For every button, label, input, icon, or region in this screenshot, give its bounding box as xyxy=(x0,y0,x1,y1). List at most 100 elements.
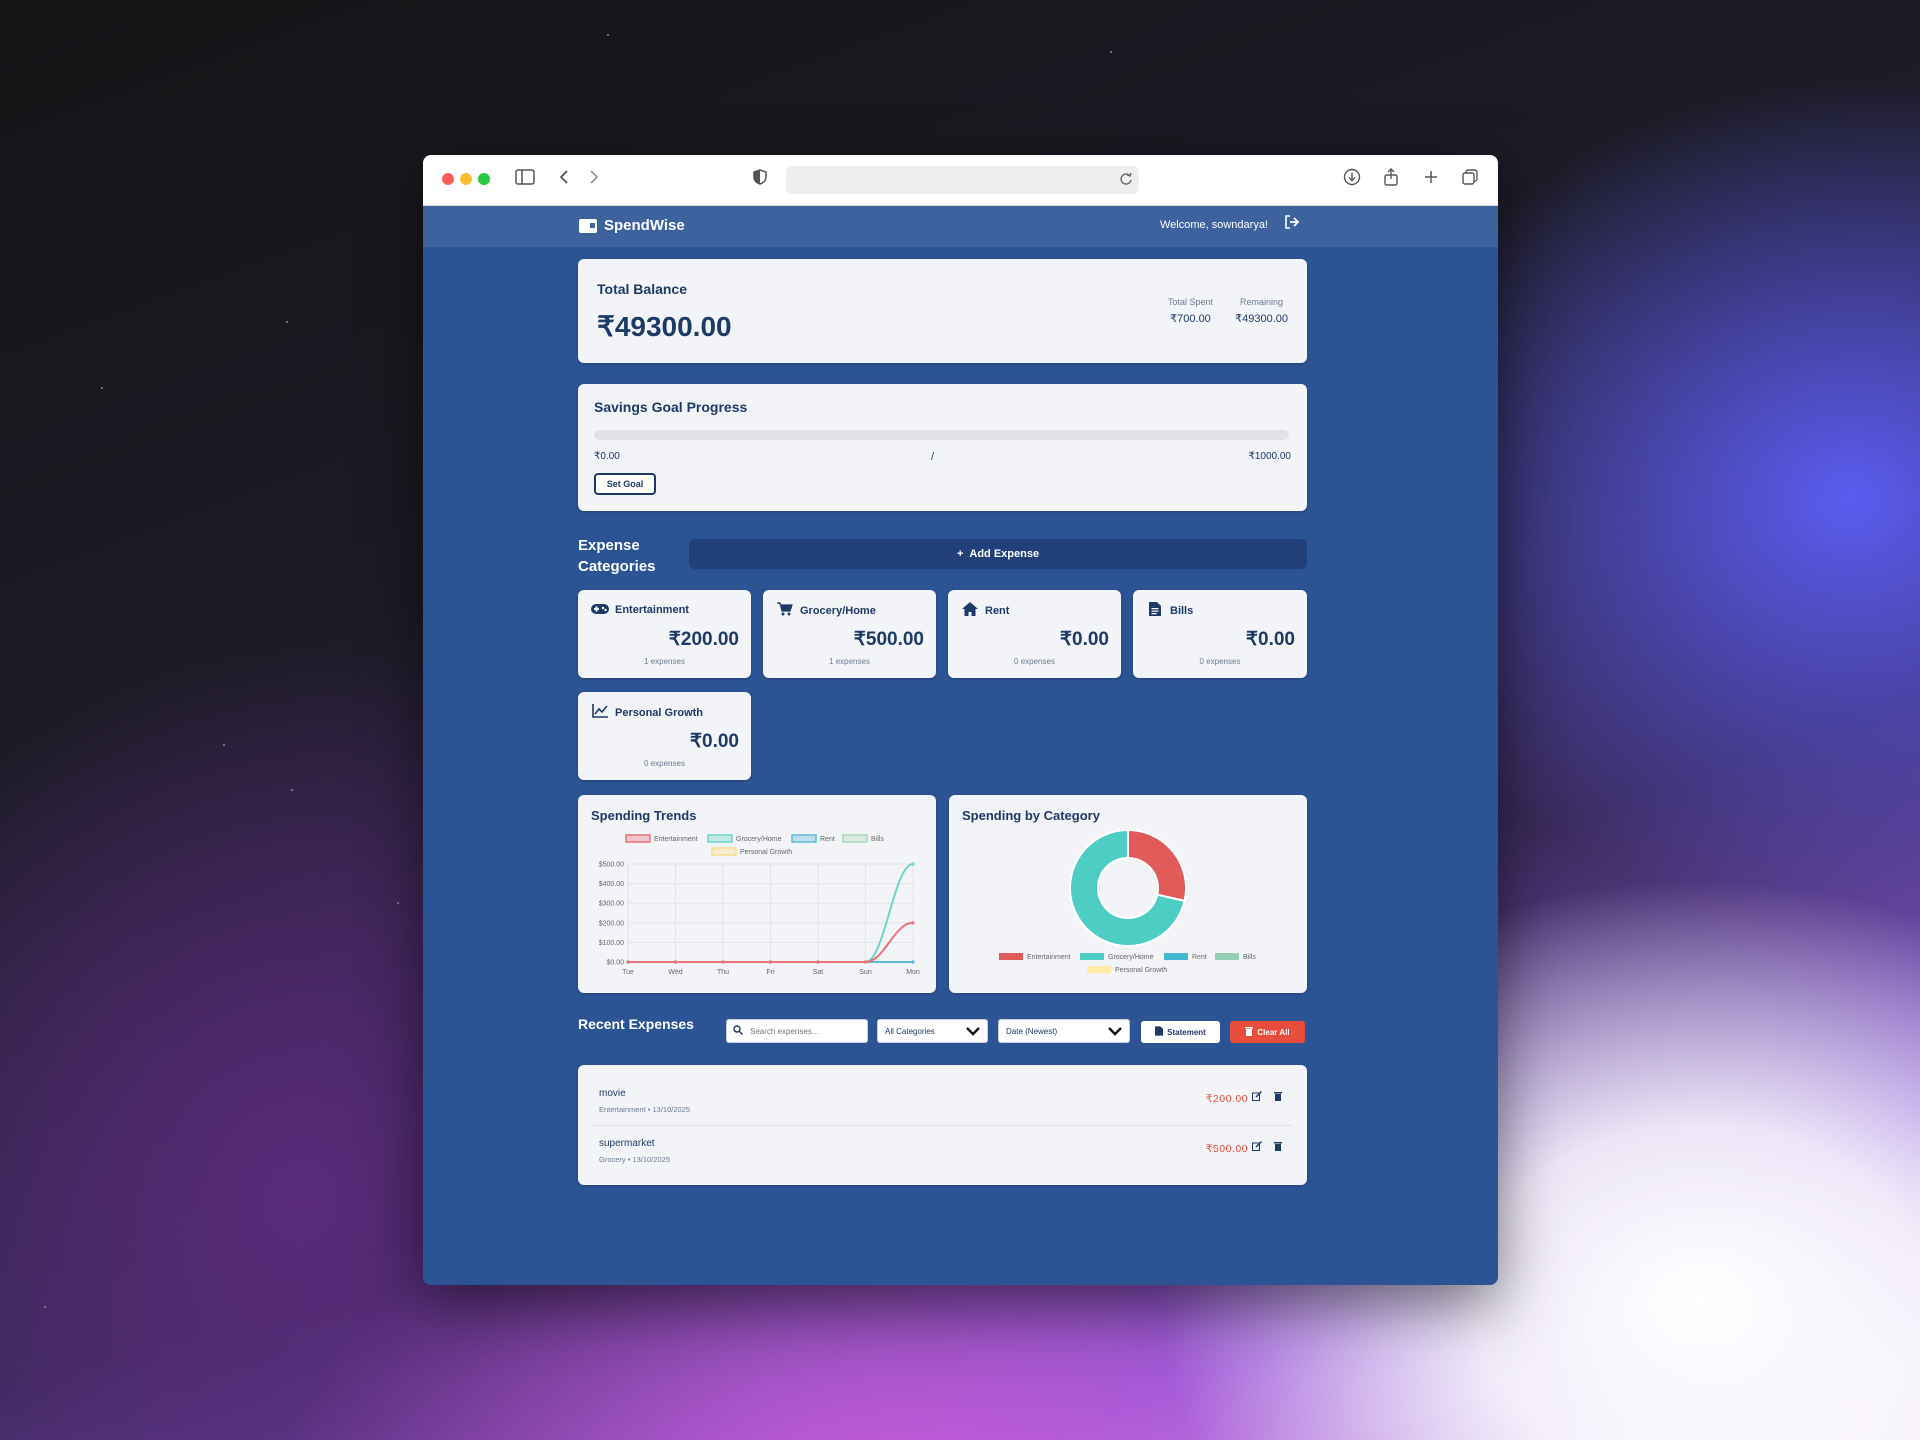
legend-swatch xyxy=(791,834,817,843)
savings-progress-bar xyxy=(594,430,1289,440)
savings-goal-card: Savings Goal Progress ₹0.00 / ₹1000.00 S… xyxy=(578,384,1307,511)
maximize-window-button[interactable] xyxy=(478,173,490,185)
chart-line-icon xyxy=(591,704,609,721)
y-tick-label: $0.00 xyxy=(606,960,624,967)
remaining-value: ₹49300.00 xyxy=(1235,313,1288,325)
tabs-overview-icon[interactable] xyxy=(1461,168,1479,191)
balance-label: Total Balance xyxy=(597,281,687,297)
x-tick-label: Sun xyxy=(859,969,872,976)
savings-title: Savings Goal Progress xyxy=(594,399,748,415)
legend-swatch xyxy=(1080,953,1104,960)
add-expense-label: Add Expense xyxy=(969,548,1040,560)
total-spent-value: ₹700.00 xyxy=(1170,313,1211,325)
set-goal-button[interactable]: Set Goal xyxy=(594,473,656,495)
data-point xyxy=(911,960,915,964)
legend-swatch xyxy=(711,847,737,856)
statement-button[interactable]: Statement xyxy=(1141,1021,1220,1043)
sidebar-toggle-icon[interactable] xyxy=(515,168,535,190)
edit-icon[interactable] xyxy=(1252,1141,1262,1154)
shield-icon[interactable] xyxy=(753,168,767,190)
data-point xyxy=(863,960,868,964)
browser-toolbar xyxy=(423,155,1498,206)
category-card-bills[interactable]: Bills ₹0.00 0 expenses xyxy=(1133,590,1307,678)
legend-label: Entertainment xyxy=(1027,954,1071,961)
edit-icon[interactable] xyxy=(1252,1091,1262,1104)
document-icon xyxy=(1155,1026,1164,1038)
x-tick-label: Fri xyxy=(766,969,775,976)
browser-window: SpendWise Welcome, sowndarya! Total Bala… xyxy=(423,155,1498,1285)
app-header: SpendWise Welcome, sowndarya! xyxy=(423,206,1498,247)
welcome-text: Welcome, sowndarya! xyxy=(1159,219,1268,231)
chevron-down-icon xyxy=(1108,1024,1122,1039)
category-count: 1 expenses xyxy=(829,657,870,666)
search-box[interactable] xyxy=(726,1019,868,1043)
data-point xyxy=(911,921,915,925)
statement-label: Statement xyxy=(1167,1027,1206,1037)
expense-name: movie xyxy=(599,1088,626,1099)
data-point xyxy=(721,960,725,964)
category-amount: ₹500.00 xyxy=(853,629,924,650)
expense-amount: ₹500.00 xyxy=(1205,1143,1248,1155)
expense-categories-title: Expense Categories xyxy=(578,537,656,575)
sort-select[interactable]: Date (Newest) xyxy=(998,1019,1130,1043)
category-count: 0 expenses xyxy=(1199,657,1241,666)
logout-icon[interactable] xyxy=(1284,215,1300,233)
category-card-personal-growth[interactable]: Personal Growth ₹0.00 0 expenses xyxy=(578,692,751,780)
spending-trends-chart: Entertainment Grocery/Home Rent Bills Person… xyxy=(599,834,920,976)
data-point xyxy=(626,960,630,964)
category-card-grocery[interactable]: Grocery/Home ₹500.00 1 expenses xyxy=(763,590,936,678)
expense-name: supermarket xyxy=(599,1138,655,1149)
expense-row[interactable]: supermarket Grocery • 13/10/2025 ₹500.00 xyxy=(592,1123,1292,1173)
plus-icon: + xyxy=(956,548,964,560)
category-card-rent[interactable]: Rent ₹0.00 0 expenses xyxy=(948,590,1121,678)
data-point xyxy=(673,960,678,964)
address-bar[interactable] xyxy=(786,166,1139,194)
legend-label: Grocery/Home xyxy=(736,836,782,843)
category-name: Rent xyxy=(985,604,1010,617)
expense-row[interactable]: movie Entertainment • 13/10/2025 ₹200.00 xyxy=(592,1073,1292,1123)
data-point xyxy=(816,960,820,964)
back-icon[interactable] xyxy=(559,168,569,190)
search-input[interactable] xyxy=(748,1025,862,1037)
category-name: Bills xyxy=(1170,604,1194,617)
legend-label: Rent xyxy=(820,836,835,843)
share-icon[interactable] xyxy=(1383,168,1399,191)
savings-goal-value: ₹1000.00 xyxy=(1248,451,1291,462)
category-filter-value: All Categories xyxy=(885,1026,935,1036)
close-window-button[interactable] xyxy=(442,173,454,185)
savings-separator: / xyxy=(931,451,935,463)
y-tick-label: $300.00 xyxy=(599,901,624,908)
legend-label: Rent xyxy=(1192,954,1207,961)
category-card-entertainment[interactable]: Entertainment ₹200.00 1 expenses xyxy=(578,590,751,678)
minimize-window-button[interactable] xyxy=(460,173,472,185)
expense-amount: ₹200.00 xyxy=(1205,1093,1248,1105)
total-spent-label: Total Spent xyxy=(1167,297,1213,307)
legend-label: Personal Growth xyxy=(1115,967,1167,974)
legend-swatch xyxy=(999,953,1023,960)
legend-label: Bills xyxy=(1243,954,1256,961)
brand-logo[interactable]: SpendWise xyxy=(579,217,685,234)
x-tick-label: Mon xyxy=(906,969,920,976)
remaining-label: Remaining xyxy=(1240,297,1284,307)
trash-icon[interactable] xyxy=(1274,1141,1282,1154)
download-icon[interactable] xyxy=(1343,168,1361,191)
wallet-icon xyxy=(579,218,597,233)
gamepad-icon xyxy=(591,602,609,618)
trash-icon[interactable] xyxy=(1274,1091,1282,1104)
y-tick-label: $500.00 xyxy=(599,862,624,869)
chevron-down-icon xyxy=(966,1024,980,1039)
expense-list: movie Entertainment • 13/10/2025 ₹200.00… xyxy=(578,1065,1307,1185)
home-icon xyxy=(961,602,979,619)
forward-icon[interactable] xyxy=(589,168,599,190)
clear-all-button[interactable]: Clear All xyxy=(1230,1021,1305,1043)
add-expense-button[interactable]: + Add Expense xyxy=(689,539,1307,569)
clear-all-label: Clear All xyxy=(1257,1027,1290,1037)
category-filter-select[interactable]: All Categories xyxy=(877,1019,988,1043)
data-point xyxy=(768,960,773,964)
category-amount: ₹0.00 xyxy=(689,731,739,752)
trash-icon xyxy=(1245,1026,1254,1038)
reload-icon[interactable] xyxy=(1119,171,1133,192)
new-tab-icon[interactable] xyxy=(1423,168,1439,190)
legend-swatch xyxy=(1087,966,1111,973)
category-count: 0 expenses xyxy=(1014,657,1055,666)
